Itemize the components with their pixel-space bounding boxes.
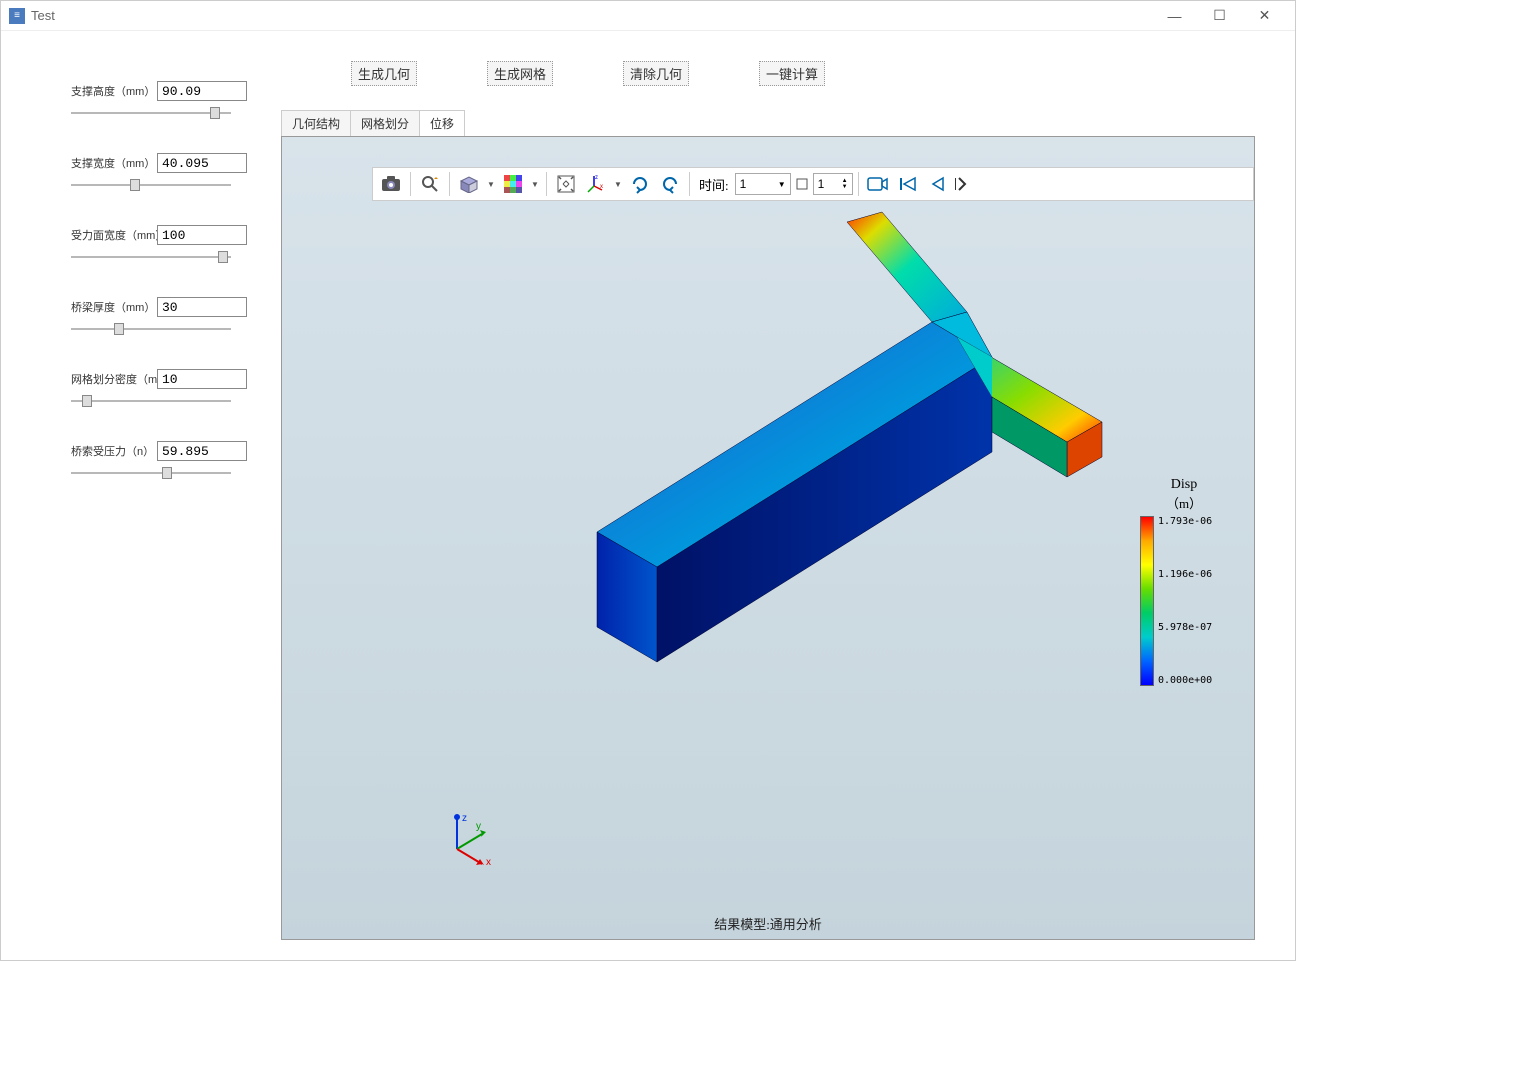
tabs: 几何结构网格划分位移 bbox=[281, 110, 1255, 136]
param-input[interactable] bbox=[157, 225, 247, 245]
time-stop-icon[interactable] bbox=[793, 170, 811, 198]
axis-z-label: z bbox=[462, 813, 467, 824]
param-input[interactable] bbox=[157, 81, 247, 101]
color-cube-icon[interactable] bbox=[499, 170, 527, 198]
app-icon: ≡ bbox=[9, 8, 25, 24]
param-label: 网格划分密度（mm） bbox=[71, 371, 151, 387]
time-select-value: 1 bbox=[740, 177, 747, 191]
window-title: Test bbox=[31, 8, 1152, 23]
param-4: 网格划分密度（mm） bbox=[71, 369, 241, 409]
dropdown-icon[interactable]: ▼ bbox=[529, 180, 541, 189]
spinner-arrows[interactable]: ▲▼ bbox=[842, 178, 848, 190]
param-label: 支撑宽度（mm） bbox=[71, 155, 151, 171]
close-button[interactable]: ✕ bbox=[1242, 2, 1287, 30]
separator bbox=[546, 172, 547, 196]
color-legend: Disp （m） 1.793e-06 1.196e-06 5.978e-07 0.00… bbox=[1134, 477, 1234, 686]
axis-y-label: y bbox=[476, 821, 481, 832]
camera-icon[interactable] bbox=[377, 170, 405, 198]
dropdown-icon[interactable]: ▼ bbox=[485, 180, 497, 189]
param-input[interactable] bbox=[157, 153, 247, 173]
param-label: 受力面宽度（mm） bbox=[71, 227, 151, 243]
param-slider[interactable] bbox=[71, 105, 231, 121]
maximize-button[interactable]: ☐ bbox=[1197, 2, 1242, 30]
parameter-panel: 支撑高度（mm） 支撑宽度（mm） 受力面宽度（mm） 桥梁厚度（mm） 网格划分密度（… bbox=[21, 51, 261, 940]
param-slider[interactable] bbox=[71, 465, 231, 481]
legend-unit: （m） bbox=[1134, 493, 1234, 512]
param-slider[interactable] bbox=[71, 177, 231, 193]
legend-tick: 0.000e+00 bbox=[1158, 675, 1212, 686]
param-input[interactable] bbox=[157, 369, 247, 389]
axes-indicator: z y x bbox=[432, 809, 502, 879]
legend-ticks: 1.793e-06 1.196e-06 5.978e-07 0.000e+00 bbox=[1158, 516, 1212, 686]
legend-bar bbox=[1140, 516, 1154, 686]
axis-x-label: x bbox=[486, 857, 491, 868]
separator bbox=[858, 172, 859, 196]
param-1: 支撑宽度（mm） bbox=[71, 153, 241, 193]
main-area: 生成几何 生成网格 清除几何 一键计算 几何结构网格划分位移 bbox=[281, 51, 1255, 940]
param-2: 受力面宽度（mm） bbox=[71, 225, 241, 265]
param-input[interactable] bbox=[157, 297, 247, 317]
action-button[interactable]: 生成几何 bbox=[351, 61, 417, 86]
time-spin-value: 1 bbox=[818, 177, 825, 191]
rotate-counter-icon[interactable] bbox=[656, 170, 684, 198]
fit-icon[interactable] bbox=[552, 170, 580, 198]
render-mode-icon[interactable] bbox=[455, 170, 483, 198]
action-bar: 生成几何 生成网格 清除几何 一键计算 bbox=[281, 51, 1255, 110]
titlebar: ≡ Test — ☐ ✕ bbox=[1, 1, 1295, 31]
app-window: ≡ Test — ☐ ✕ 支撑高度（mm） 支撑宽度（mm） 受力面宽度（mm） 桥梁… bbox=[0, 0, 1296, 961]
legend-tick: 1.196e-06 bbox=[1158, 569, 1212, 580]
param-label: 支撑高度（mm） bbox=[71, 83, 151, 99]
zoom-icon[interactable] bbox=[416, 170, 444, 198]
separator bbox=[449, 172, 450, 196]
viewer-caption: 结果模型:通用分析 bbox=[282, 914, 1254, 933]
minimize-button[interactable]: — bbox=[1152, 2, 1197, 30]
time-spinner[interactable]: 1 ▲▼ bbox=[813, 173, 853, 195]
time-label: 时间: bbox=[699, 175, 729, 194]
legend-tick: 1.793e-06 bbox=[1158, 516, 1212, 527]
param-label: 桥索受压力（n） bbox=[71, 443, 151, 459]
viewer-toolbar: ▼ ▼ zx ▼ bbox=[372, 167, 1254, 201]
step-back-icon[interactable] bbox=[924, 170, 952, 198]
axes-icon[interactable]: zx bbox=[582, 170, 610, 198]
legend-tick: 5.978e-07 bbox=[1158, 622, 1212, 633]
viewer-panel: ▼ ▼ zx ▼ bbox=[281, 136, 1255, 940]
separator bbox=[410, 172, 411, 196]
param-slider[interactable] bbox=[71, 321, 231, 337]
rotate-clockwise-icon[interactable] bbox=[626, 170, 654, 198]
param-5: 桥索受压力（n） bbox=[71, 441, 241, 481]
action-button[interactable]: 生成网格 bbox=[487, 61, 553, 86]
time-select[interactable]: 1 ▼ bbox=[735, 173, 791, 195]
svg-text:x: x bbox=[600, 184, 603, 190]
dropdown-icon[interactable]: ▼ bbox=[612, 180, 624, 189]
param-3: 桥梁厚度（mm） bbox=[71, 297, 241, 337]
tab[interactable]: 网格划分 bbox=[350, 110, 420, 136]
svg-text:z: z bbox=[595, 175, 598, 181]
tab[interactable]: 几何结构 bbox=[281, 110, 351, 136]
action-button[interactable]: 一键计算 bbox=[759, 61, 825, 86]
param-label: 桥梁厚度（mm） bbox=[71, 299, 151, 315]
canvas-area[interactable]: ▼ ▼ zx ▼ bbox=[282, 137, 1254, 939]
param-slider[interactable] bbox=[71, 249, 231, 265]
param-input[interactable] bbox=[157, 441, 247, 461]
param-slider[interactable] bbox=[71, 393, 231, 409]
model-render bbox=[402, 207, 1122, 707]
param-0: 支撑高度（mm） bbox=[71, 81, 241, 121]
separator bbox=[689, 172, 690, 196]
dropdown-icon: ▼ bbox=[778, 180, 786, 189]
more-icon[interactable] bbox=[954, 170, 970, 198]
video-icon[interactable] bbox=[864, 170, 892, 198]
action-button[interactable]: 清除几何 bbox=[623, 61, 689, 86]
skip-start-icon[interactable] bbox=[894, 170, 922, 198]
body: 支撑高度（mm） 支撑宽度（mm） 受力面宽度（mm） 桥梁厚度（mm） 网格划分密度（… bbox=[1, 31, 1295, 960]
tab[interactable]: 位移 bbox=[419, 110, 465, 136]
legend-title: Disp bbox=[1134, 477, 1234, 493]
window-buttons: — ☐ ✕ bbox=[1152, 2, 1287, 30]
